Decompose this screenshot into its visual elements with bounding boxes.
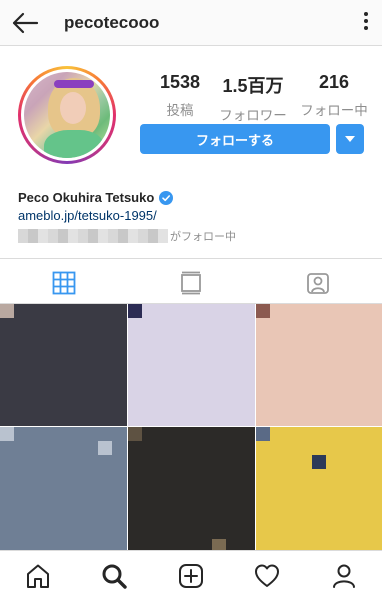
photo-thumbnail-6[interactable] — [256, 427, 382, 550]
photo-thumbnail-2[interactable] — [128, 304, 255, 426]
followed-by-suffix: がフォロー中 — [170, 231, 236, 243]
grid-icon[interactable] — [52, 271, 76, 295]
photo-thumbnail-4[interactable] — [0, 427, 127, 550]
search-icon[interactable] — [101, 563, 127, 589]
suggested-dropdown-button[interactable] — [336, 124, 364, 154]
stat-posts-value: 1538 — [159, 72, 201, 92]
verified-badge-icon — [159, 190, 174, 205]
activity-heart-icon[interactable] — [254, 563, 280, 589]
tagged-icon[interactable] — [306, 271, 330, 295]
photo-thumbnail-1[interactable] — [0, 304, 127, 426]
feed-icon[interactable] — [179, 271, 203, 295]
avatar[interactable] — [24, 72, 110, 158]
full-name-row: Peco Okuhira Tetsuko — [18, 190, 174, 205]
add-post-icon[interactable] — [178, 563, 204, 589]
photo-grid — [0, 304, 382, 550]
stat-posts-label: 投稿 — [166, 103, 194, 118]
followed-by-row[interactable]: がフォロー中 — [18, 228, 236, 244]
blurred-names — [18, 229, 168, 243]
stat-followers[interactable]: 1.5百万 フォロワー — [212, 72, 294, 124]
stat-posts[interactable]: 1538 投稿 — [154, 72, 206, 119]
profile-username: pecotecooo — [64, 13, 160, 32]
full-name: Peco Okuhira Tetsuko — [18, 190, 155, 205]
photo-thumbnail-5[interactable] — [128, 427, 255, 550]
home-icon[interactable] — [25, 563, 51, 589]
profile-icon[interactable] — [331, 563, 357, 589]
profile-tabs — [0, 258, 382, 304]
back-arrow-icon[interactable] — [10, 9, 40, 37]
bio-link[interactable]: ameblo.jp/tetsuko-1995/ — [18, 208, 157, 223]
stat-following-value: 216 — [318, 72, 350, 92]
stat-followers-value: 1.5百万 — [222, 76, 284, 96]
stat-following-label: フォロー中 — [300, 103, 368, 118]
stat-followers-label: フォロワー — [219, 108, 287, 123]
profile-stats: 1538 投稿 1.5百万 フォロワー 216 フォロー中 — [146, 72, 376, 123]
stat-following[interactable]: 216 フォロー中 — [292, 72, 376, 119]
follow-button[interactable]: フォローする — [140, 124, 330, 154]
bottom-nav — [0, 550, 382, 600]
top-bar: pecotecooo — [0, 0, 382, 46]
story-ring[interactable] — [18, 66, 116, 164]
more-vertical-icon[interactable] — [362, 12, 370, 34]
photo-thumbnail-3[interactable] — [256, 304, 382, 426]
